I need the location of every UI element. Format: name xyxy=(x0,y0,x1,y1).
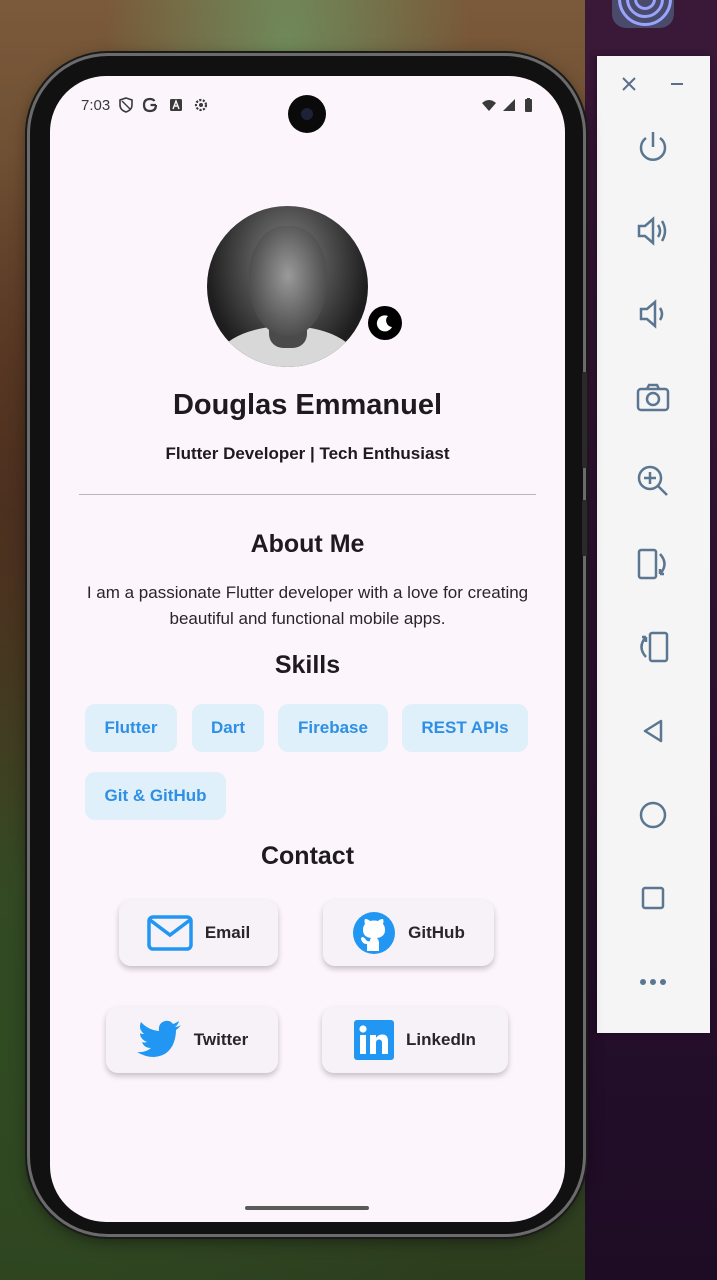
profile-tagline: Flutter Developer | Tech Enthusiast xyxy=(165,444,450,463)
skill-chip-dart[interactable]: Dart xyxy=(192,704,264,752)
skill-chip-git-github[interactable]: Git & GitHub xyxy=(85,772,226,820)
volume-up-icon[interactable] xyxy=(622,200,684,262)
font-icon xyxy=(170,99,182,111)
status-bar: 7:03 xyxy=(50,76,565,136)
skill-chip-rest-apis[interactable]: REST APIs xyxy=(402,704,528,752)
app-logo-icon[interactable] xyxy=(612,0,674,28)
minimize-icon[interactable] xyxy=(663,70,691,98)
email-button[interactable]: Email xyxy=(119,900,278,966)
phone-side-button xyxy=(582,372,587,468)
camera-icon[interactable] xyxy=(622,367,684,429)
github-icon xyxy=(353,912,396,954)
zoom-icon[interactable] xyxy=(622,450,684,512)
about-heading: About Me xyxy=(250,530,365,558)
gesture-home-bar[interactable] xyxy=(245,1206,369,1210)
rotate-right-icon[interactable] xyxy=(622,616,684,678)
profile-name: Douglas Emmanuel xyxy=(172,389,443,421)
linkedin-button-label: LinkedIn xyxy=(406,1030,476,1049)
theme-toggle-button[interactable] xyxy=(368,306,402,340)
emulator-toolbar xyxy=(597,56,710,1033)
contact-heading: Contact xyxy=(260,842,355,870)
signal-icon xyxy=(503,99,515,111)
twitter-button[interactable]: Twitter xyxy=(106,1007,278,1073)
skill-chip-firebase[interactable]: Firebase xyxy=(278,704,388,752)
avatar xyxy=(207,206,368,367)
skills-heading: Skills xyxy=(274,651,341,679)
more-icon[interactable] xyxy=(622,951,684,1013)
overview-icon[interactable] xyxy=(622,867,684,929)
front-camera xyxy=(288,95,326,133)
app-screen: 7:03 Douglas Emmanuel Flutter Developer … xyxy=(50,76,565,1222)
about-text: I am a passionate Flutter developer with… xyxy=(86,583,529,628)
home-icon[interactable] xyxy=(622,784,684,846)
github-button[interactable]: GitHub xyxy=(323,900,494,966)
power-icon[interactable] xyxy=(622,116,684,178)
close-icon[interactable] xyxy=(615,70,643,98)
skill-chip-flutter[interactable]: Flutter xyxy=(85,704,177,752)
settings-icon xyxy=(194,98,208,112)
rotate-left-icon[interactable] xyxy=(622,533,684,595)
github-button-label: GitHub xyxy=(408,923,465,942)
shield-icon xyxy=(119,97,133,113)
twitter-icon xyxy=(136,1020,181,1057)
google-icon xyxy=(142,97,158,113)
linkedin-icon xyxy=(354,1020,395,1060)
back-icon[interactable] xyxy=(622,700,684,762)
wifi-icon xyxy=(482,100,496,111)
battery-icon xyxy=(525,98,532,112)
phone-side-button xyxy=(582,500,587,556)
divider xyxy=(79,494,536,495)
email-icon xyxy=(147,915,193,951)
status-time: 7:03 xyxy=(81,97,111,114)
moon-icon xyxy=(376,315,392,332)
volume-down-icon[interactable] xyxy=(622,283,684,345)
linkedin-button[interactable]: LinkedIn xyxy=(322,1007,508,1073)
twitter-button-label: Twitter xyxy=(193,1030,249,1049)
email-button-label: Email xyxy=(204,923,251,942)
